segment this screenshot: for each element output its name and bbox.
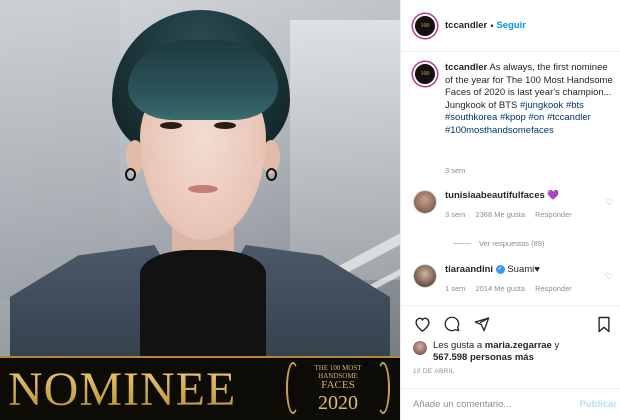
person-eye [160,122,182,129]
likes-prefix: Les gusta a [433,340,483,351]
header-separator: • [490,20,494,31]
header-username[interactable]: tccandler [445,20,487,31]
comment-avatar[interactable] [413,190,437,214]
laurel-icon [376,362,390,414]
nominee-banner: NOMINEE THE 100 MOST HANDSOME FACES 2020 [0,356,400,420]
likes-summary: Les gusta a maria.zegarrae y 567.598 per… [413,340,617,364]
post-actions [401,305,620,341]
purple-heart-emoji: 💜 [547,190,560,201]
likes-conjunction: y [554,340,560,351]
caption-text: tccandler As always, the first nominee o… [445,62,615,137]
badge-year: 2020 [318,392,358,414]
hashtag[interactable]: #on [528,112,544,123]
nominee-text: NOMINEE [8,360,236,420]
comment-input[interactable]: Añade un comentario... [413,399,580,410]
person-sweater [140,250,266,370]
verified-icon: ✓ [495,264,505,274]
comment-box: Añade un comentario... Publicar [401,388,620,420]
earring [125,168,136,181]
comment-like-icon[interactable]: ♡ [605,197,613,208]
laurel-icon [286,362,300,414]
post-image[interactable]: NOMINEE THE 100 MOST HANDSOME FACES 2020 [0,0,400,420]
likes-text: Les gusta a maria.zegarrae y 567.598 per… [433,340,559,364]
person-mouth [188,185,218,193]
comment-body: tiaraandini ✓ Suami♥ 1 sem 2014 Me gusta… [445,264,609,293]
heart-icon[interactable] [413,315,431,333]
person-eye [214,122,236,129]
view-replies-button[interactable]: Ver respuestas (89) [453,239,544,248]
share-icon[interactable] [473,315,491,333]
badge-line1: THE 100 MOST HANDSOME [302,364,374,380]
comment-item: tunisiaabeautifulfaces 💜 3 sem 2368 Me g… [413,190,617,219]
publish-button[interactable]: Publicar [580,399,618,410]
hashtag[interactable]: #kpop [500,112,526,123]
hashtag[interactable]: #bts [566,100,584,111]
comment-username[interactable]: tiaraandini [445,264,493,275]
hashtag[interactable]: #jungkook [520,100,563,111]
award-badge: THE 100 MOST HANDSOME FACES 2020 [284,360,392,420]
avatar[interactable]: 100 [413,13,437,38]
likes-count[interactable]: 567.598 personas más [433,352,534,363]
hashtag[interactable]: #tccandler [547,112,591,123]
comment-icon[interactable] [443,315,461,333]
reply-button[interactable]: Responder [535,210,572,219]
caption-avatar[interactable]: 100 [413,62,437,86]
comment-meta: 3 sem 2368 Me gusta Responder [445,210,609,219]
caption-username[interactable]: tccandler [445,62,487,73]
post-date[interactable]: 10 DE ABRIL [413,368,455,375]
comment-likes[interactable]: 2014 Me gusta [475,284,525,293]
badge-line2: FACES [321,379,355,391]
liker-username[interactable]: maria.zegarrae [485,340,552,351]
comment-meta: 1 sem 2014 Me gusta Responder [445,284,609,293]
comment-likes[interactable]: 2368 Me gusta [475,210,525,219]
comment-like-icon[interactable]: ♡ [605,271,613,282]
comment-line: tiaraandini ✓ Suami♥ [445,264,609,275]
comment-item: tiaraandini ✓ Suami♥ 1 sem 2014 Me gusta… [413,264,617,293]
post-header: 100 tccandler • Seguir [401,0,620,52]
comment-time[interactable]: 3 sem [445,210,465,219]
comment-text: Suami♥ [507,264,540,275]
comment-avatar[interactable] [413,264,437,288]
hashtag[interactable]: #100mosthandsomefaces [445,125,554,136]
view-replies-label: Ver respuestas (89) [479,239,545,248]
comment-line: tunisiaabeautifulfaces 💜 [445,190,609,201]
follow-button[interactable]: Seguir [496,20,526,31]
badge-line1a: THE 100 MOST [314,364,362,372]
replies-dash [453,243,471,244]
person-bangs [128,40,278,120]
reply-button[interactable]: Responder [535,284,572,293]
post-panel: 100 tccandler • Seguir 100 tccandler As … [400,0,620,420]
bookmark-icon[interactable] [595,315,613,333]
caption-timestamp[interactable]: 3 sem [445,166,465,175]
liker-avatar[interactable] [413,341,427,355]
caption: 100 tccandler As always, the first nomin… [413,62,617,137]
hashtag[interactable]: #southkorea [445,112,497,123]
comment-body: tunisiaabeautifulfaces 💜 3 sem 2368 Me g… [445,190,609,219]
comment-username[interactable]: tunisiaabeautifulfaces [445,190,545,201]
comment-time[interactable]: 1 sem [445,284,465,293]
earring [266,168,277,181]
